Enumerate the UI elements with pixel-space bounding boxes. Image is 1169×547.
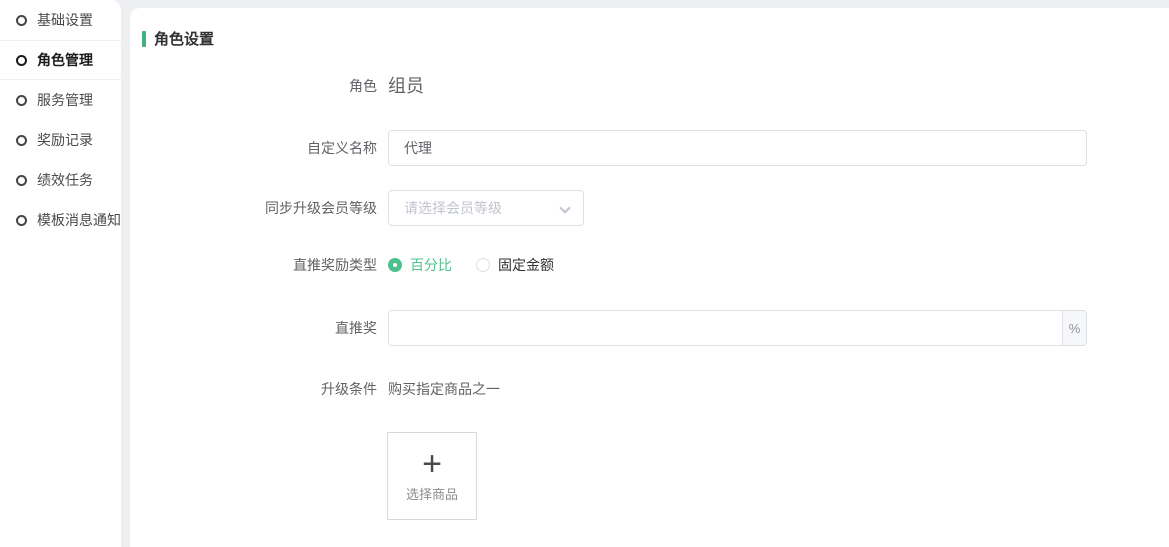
- form-row-custom-name: 自定义名称: [130, 130, 1169, 166]
- sidebar-item-basic-settings[interactable]: 基础设置: [0, 0, 121, 40]
- sidebar-item-template-message-notify[interactable]: 模板消息通知: [0, 200, 121, 240]
- radio-percentage-label: 百分比: [410, 255, 452, 275]
- section-title-text: 角色设置: [154, 28, 214, 49]
- sidebar-item-label: 模板消息通知: [37, 210, 121, 230]
- sidebar-item-label: 奖励记录: [37, 130, 93, 150]
- section-title: 角色设置: [142, 28, 214, 49]
- title-accent-bar: [142, 31, 146, 47]
- upgrade-condition-label: 升级条件: [130, 378, 377, 400]
- direct-reward-label: 直推奖: [130, 310, 377, 346]
- role-label: 角色: [130, 72, 377, 100]
- percent-suffix: %: [1062, 311, 1086, 345]
- direct-reward-input-group: %: [388, 310, 1087, 346]
- radio-unchecked-icon: [476, 258, 490, 272]
- form-row-direct-reward: 直推奖 %: [130, 310, 1169, 346]
- role-settings-panel: 角色设置 角色 组员 自定义名称 同步升级会员等级 请选择会员等级 直推奖励类型…: [130, 8, 1169, 547]
- sidebar-item-role-management[interactable]: 角色管理: [0, 40, 121, 80]
- role-value: 组员: [388, 72, 424, 100]
- form-row-sync-level: 同步升级会员等级 请选择会员等级: [130, 190, 1169, 226]
- settings-sidebar: 基础设置 角色管理 服务管理 奖励记录 绩效任务 模板消息通知: [0, 0, 121, 547]
- sidebar-item-label: 绩效任务: [37, 170, 93, 190]
- select-product-label: 选择商品: [406, 484, 458, 503]
- reward-type-label: 直推奖励类型: [130, 254, 377, 276]
- select-product-button[interactable]: + 选择商品: [387, 432, 477, 520]
- circle-icon: [16, 15, 27, 26]
- sidebar-item-label: 角色管理: [37, 50, 93, 70]
- circle-icon: [16, 55, 27, 66]
- sidebar-item-performance-tasks[interactable]: 绩效任务: [0, 160, 121, 200]
- sidebar-item-label: 服务管理: [37, 90, 93, 110]
- circle-icon: [16, 175, 27, 186]
- custom-name-input[interactable]: [388, 130, 1087, 166]
- circle-icon: [16, 215, 27, 226]
- direct-reward-input[interactable]: [389, 311, 1062, 345]
- sidebar-item-label: 基础设置: [37, 10, 93, 30]
- member-level-select-placeholder: 请选择会员等级: [404, 198, 502, 218]
- radio-fixed-amount[interactable]: 固定金额: [476, 255, 554, 275]
- radio-percentage[interactable]: 百分比: [388, 255, 452, 275]
- upgrade-condition-value: 购买指定商品之一: [388, 378, 500, 400]
- form-row-upgrade-condition: 升级条件 购买指定商品之一: [130, 378, 1169, 400]
- chevron-down-icon: [559, 202, 570, 213]
- radio-fixed-amount-label: 固定金额: [498, 255, 554, 275]
- form-row-role: 角色 组员: [130, 72, 1169, 100]
- sidebar-item-reward-records[interactable]: 奖励记录: [0, 120, 121, 160]
- circle-icon: [16, 135, 27, 146]
- sync-level-label: 同步升级会员等级: [130, 190, 377, 226]
- custom-name-label: 自定义名称: [130, 130, 377, 166]
- radio-checked-icon: [388, 258, 402, 272]
- circle-icon: [16, 95, 27, 106]
- member-level-select[interactable]: 请选择会员等级: [388, 190, 584, 226]
- form-row-reward-type: 直推奖励类型 百分比 固定金额: [130, 254, 1169, 276]
- reward-type-radio-group: 百分比 固定金额: [388, 254, 554, 276]
- plus-icon: +: [422, 449, 442, 479]
- sidebar-item-service-management[interactable]: 服务管理: [0, 80, 121, 120]
